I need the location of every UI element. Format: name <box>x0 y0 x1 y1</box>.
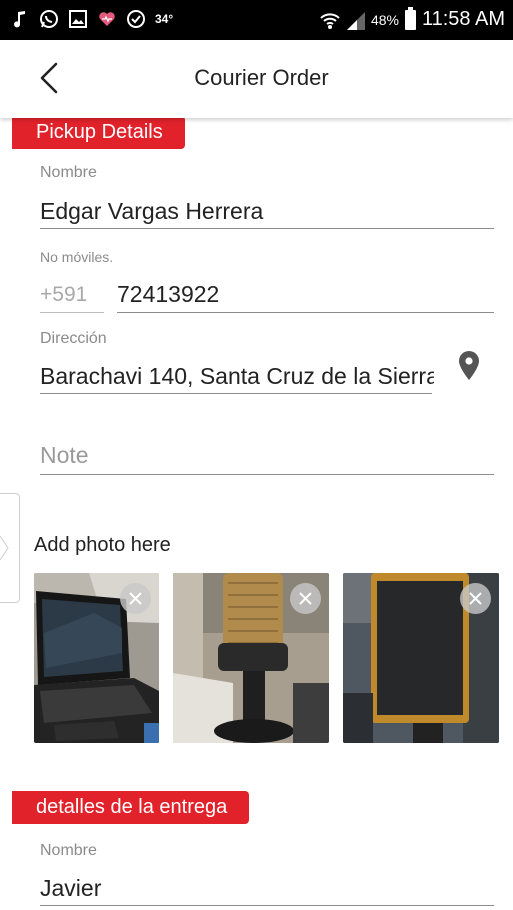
delivery-name-underline <box>40 905 494 906</box>
photo-smartphone[interactable] <box>343 573 499 743</box>
health-heart-icon <box>97 9 117 29</box>
photo-drawer-handle[interactable] <box>0 493 20 603</box>
remove-photo-button[interactable] <box>290 583 321 614</box>
add-photo-title: Add photo here <box>34 534 171 556</box>
system-icons: 48% 11:58 AM <box>319 6 505 31</box>
order-form: Pickup Details Nombre Edgar Vargas Herre… <box>0 118 513 910</box>
close-icon <box>469 592 482 605</box>
pickup-phone-input[interactable]: 72413922 <box>117 281 487 308</box>
photo-laptop[interactable] <box>34 573 159 743</box>
pickup-address-underline <box>40 393 432 394</box>
remove-photo-button[interactable] <box>460 583 491 614</box>
battery-percent-text: 48% <box>370 11 399 28</box>
delivery-section-title: detalles de la entrega <box>12 791 250 824</box>
music-note-icon <box>10 9 30 29</box>
pickup-phone-label: No móviles. <box>40 249 114 265</box>
phone-country-code[interactable]: +591 <box>40 283 87 307</box>
pickup-address-label: Dirección <box>40 330 107 347</box>
battery-icon <box>404 6 416 30</box>
status-bar: 34° 48% 11:58 AM <box>0 0 513 40</box>
pickup-section-title: Pickup Details <box>12 118 185 149</box>
pickup-phone-underline <box>117 312 494 313</box>
pickup-name-label: Nombre <box>40 164 97 181</box>
pickup-name-input[interactable]: Edgar Vargas Herrera <box>40 198 490 225</box>
close-icon <box>129 592 142 605</box>
check-circle-icon <box>126 9 146 29</box>
pickup-name-underline <box>40 228 494 229</box>
whatsapp-icon <box>39 9 59 29</box>
clock-text: 11:58 AM <box>421 8 505 30</box>
location-pin-icon <box>459 351 479 380</box>
photo-microphone[interactable] <box>173 573 329 743</box>
remove-photo-button[interactable] <box>120 583 151 614</box>
pickup-note-underline <box>40 474 494 475</box>
notification-icons: 34° <box>10 9 173 29</box>
wifi-icon <box>319 10 340 30</box>
location-pin-button[interactable] <box>457 350 481 387</box>
delivery-name-input[interactable]: Javier <box>40 875 490 902</box>
pickup-address-input[interactable]: Barachavi 140, Santa Cruz de la Sierra <box>40 363 434 390</box>
signal-icon <box>345 10 365 30</box>
delivery-name-label: Nombre <box>40 842 97 859</box>
pickup-note-input[interactable]: Note <box>40 442 89 469</box>
phone-prefix-underline <box>40 312 104 313</box>
app-header: Courier Order <box>0 40 513 118</box>
close-icon <box>299 592 312 605</box>
page-title: Courier Order <box>194 65 329 90</box>
temperature-text: 34° <box>155 12 174 26</box>
gallery-icon <box>68 9 88 29</box>
